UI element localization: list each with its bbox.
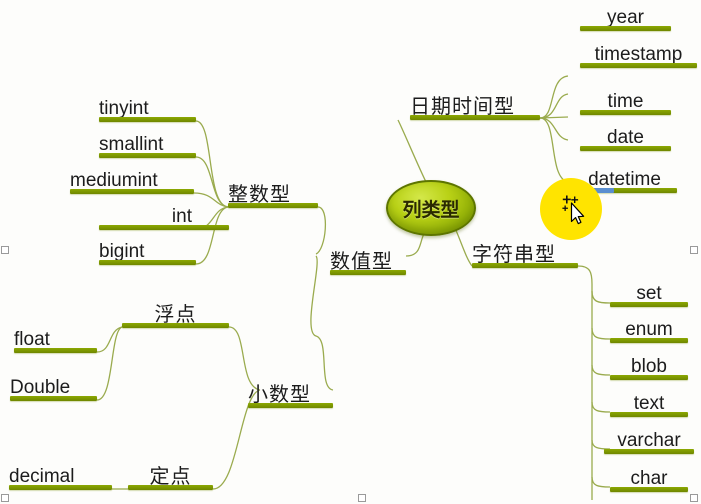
node-label: 定点 <box>149 464 192 488</box>
node-bar <box>248 403 333 408</box>
node-bar <box>9 485 112 490</box>
node-date[interactable]: date <box>580 115 671 151</box>
node-timestamp[interactable]: timestamp <box>580 32 697 68</box>
node-label: blob <box>631 356 667 377</box>
node-label: date <box>607 127 644 148</box>
node-label: 数值型 <box>330 249 393 273</box>
node-decimal-type[interactable]: 小数型 <box>248 368 333 408</box>
node-label: char <box>630 468 668 489</box>
node-label: decimal <box>9 466 75 487</box>
node-numeric-type[interactable]: 数值型 <box>330 233 406 275</box>
node-label: set <box>636 283 662 304</box>
node-label: 小数型 <box>248 382 311 406</box>
node-bar <box>604 449 694 454</box>
node-label: tinyint <box>99 98 149 119</box>
node-label: Double <box>10 377 71 398</box>
page-handle-bottom-left[interactable] <box>1 494 9 502</box>
node-label: bigint <box>99 241 145 262</box>
node-label: text <box>633 393 665 414</box>
node-mediumint[interactable]: mediumint <box>70 158 194 194</box>
node-smallint[interactable]: smallint <box>99 122 196 158</box>
node-int[interactable]: int <box>99 194 229 230</box>
node-label: 日期时间型 <box>410 94 515 118</box>
node-label: varchar <box>617 430 681 451</box>
node-bar <box>14 348 97 353</box>
node-decimal[interactable]: decimal <box>9 452 112 490</box>
node-bar <box>99 260 196 265</box>
page-handle-left[interactable] <box>1 246 9 254</box>
node-bar <box>610 338 688 343</box>
node-bar <box>228 203 318 208</box>
node-bar <box>410 115 540 120</box>
node-blob[interactable]: blob <box>610 344 688 380</box>
pointer-with-sparkle-icon <box>562 195 585 225</box>
page-handle-bottom-right[interactable] <box>690 494 698 502</box>
page-handle-right[interactable] <box>690 246 698 254</box>
node-set[interactable]: set <box>610 271 688 307</box>
node-fixed-point[interactable]: 定点 <box>128 451 213 490</box>
mindmap-canvas[interactable]: tinyint smallint mediumint int bigint 整数… <box>0 0 701 504</box>
node-label: 整数型 <box>228 182 291 206</box>
node-label: mediumint <box>70 170 158 191</box>
page-handle-bottom-center[interactable] <box>358 494 366 502</box>
node-text[interactable]: text <box>610 381 688 417</box>
root-node-column-types[interactable]: 列类型 <box>386 180 476 236</box>
node-label: smallint <box>99 134 164 155</box>
node-bigint[interactable]: bigint <box>99 229 196 265</box>
root-node-label: 列类型 <box>402 198 460 221</box>
node-bar <box>330 270 406 275</box>
node-label: datetime <box>588 169 661 190</box>
node-bar <box>128 485 213 490</box>
node-label: 浮点 <box>154 302 197 326</box>
node-datetime-type[interactable]: 日期时间型 <box>410 78 540 120</box>
node-bar <box>610 375 688 380</box>
node-enum[interactable]: enum <box>610 307 688 343</box>
node-label: int <box>171 206 192 227</box>
node-label: timestamp <box>594 44 683 65</box>
node-floating-point[interactable]: 浮点 <box>122 288 229 328</box>
node-float[interactable]: float <box>14 317 97 353</box>
node-bar <box>610 412 688 417</box>
node-label: year <box>607 7 644 28</box>
node-char[interactable]: char <box>610 456 688 492</box>
node-label: 字符串型 <box>472 242 556 266</box>
node-tinyint[interactable]: tinyint <box>99 86 196 122</box>
node-integer-type[interactable]: 整数型 <box>228 166 318 208</box>
node-varchar[interactable]: varchar <box>604 418 694 454</box>
node-double[interactable]: Double <box>10 365 97 401</box>
node-label: time <box>607 91 644 112</box>
node-year[interactable]: year <box>580 0 671 31</box>
node-bar <box>580 26 671 31</box>
node-bar <box>580 146 671 151</box>
node-bar <box>580 63 697 68</box>
node-bar <box>10 396 97 401</box>
node-label: enum <box>625 319 673 340</box>
node-label: float <box>14 329 50 350</box>
node-bar <box>122 323 229 328</box>
node-bar <box>610 487 688 492</box>
node-time[interactable]: time <box>580 79 671 115</box>
node-bar <box>472 263 578 268</box>
